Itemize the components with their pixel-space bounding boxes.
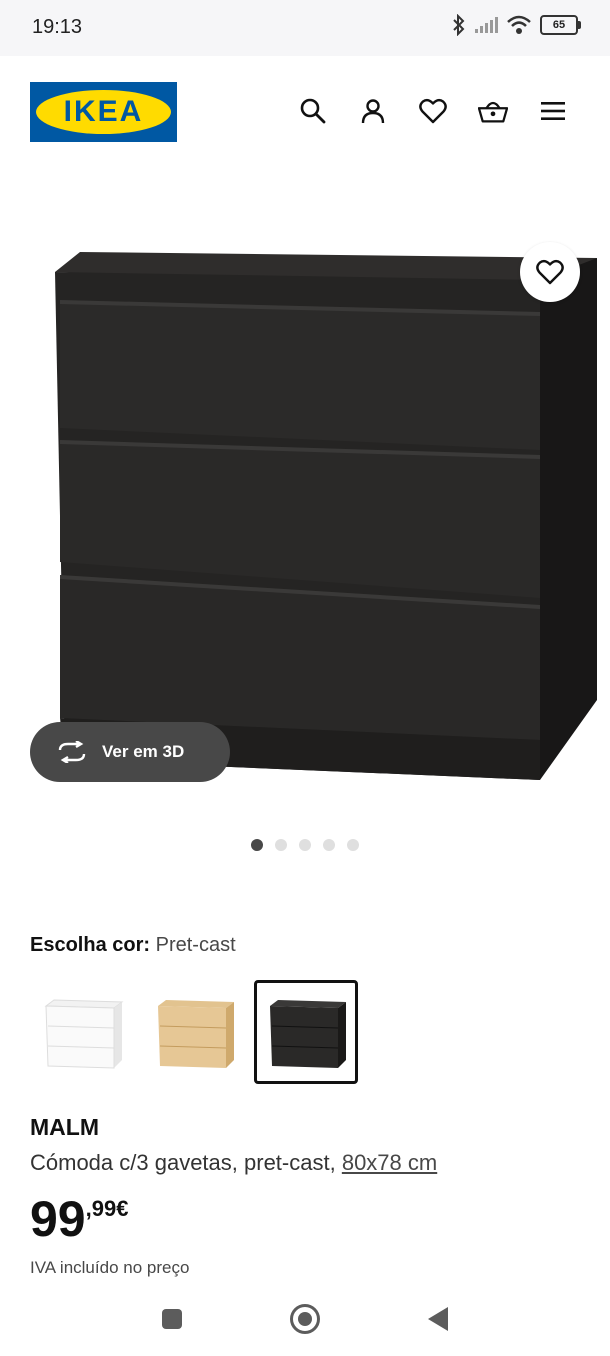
black-brown-dresser-thumbnail bbox=[270, 1000, 346, 1068]
pagination-dot[interactable] bbox=[251, 839, 263, 851]
battery-level: 65 bbox=[552, 19, 566, 31]
heart-icon bbox=[419, 98, 447, 124]
pagination-dot[interactable] bbox=[299, 839, 311, 851]
gallery-pagination bbox=[251, 839, 359, 851]
logo-oval: IKEA bbox=[36, 90, 171, 134]
pagination-dot[interactable] bbox=[275, 839, 287, 851]
bluetooth-icon bbox=[453, 14, 465, 36]
swatch-black-brown[interactable] bbox=[254, 980, 358, 1084]
wifi-icon bbox=[507, 15, 531, 34]
basket-button[interactable] bbox=[478, 96, 508, 126]
color-choice-value: Pret-cast bbox=[155, 934, 236, 956]
user-icon bbox=[361, 99, 385, 124]
heart-icon bbox=[536, 259, 564, 285]
oak-dresser-thumbnail bbox=[158, 1000, 234, 1068]
signal-icon bbox=[475, 17, 498, 33]
product-dimensions-link[interactable]: 80x78 cm bbox=[342, 1150, 437, 1175]
swatch-oak[interactable] bbox=[142, 980, 246, 1084]
product-name: MALM bbox=[30, 1114, 99, 1140]
menu-icon bbox=[541, 102, 565, 120]
status-bar: 19:13 65 bbox=[0, 0, 610, 56]
color-choice-title: Escolha cor: bbox=[30, 934, 151, 956]
view-in-3d-label: Ver em 3D bbox=[102, 742, 185, 761]
vat-note: IVA incluído no preço bbox=[30, 1258, 190, 1277]
swatch-white[interactable] bbox=[30, 980, 134, 1084]
basket-icon bbox=[478, 101, 508, 123]
header-actions bbox=[298, 96, 568, 126]
recent-apps-button[interactable] bbox=[162, 1309, 182, 1329]
product-description: Cómoda c/3 gavetas, pret-cast, 80x78 cm bbox=[30, 1150, 437, 1176]
price-decimal: ,99€ bbox=[85, 1196, 129, 1221]
search-button[interactable] bbox=[298, 96, 328, 126]
home-button[interactable] bbox=[290, 1304, 320, 1334]
color-swatches bbox=[30, 980, 366, 1084]
system-nav-bar bbox=[0, 1290, 610, 1356]
logo-text: IKEA bbox=[63, 95, 144, 128]
search-icon bbox=[300, 98, 326, 124]
color-choice-label: Escolha cor: Pret-cast bbox=[30, 934, 236, 957]
account-button[interactable] bbox=[358, 96, 388, 126]
status-icons: 65 bbox=[452, 14, 581, 36]
battery-indicator: 65 bbox=[540, 15, 581, 35]
view-in-3d-button[interactable]: Ver em 3D bbox=[30, 722, 230, 782]
product-description-text: Cómoda c/3 gavetas, pret-cast, bbox=[30, 1150, 336, 1175]
menu-button[interactable] bbox=[538, 96, 568, 126]
wishlist-button[interactable] bbox=[418, 96, 448, 126]
status-time: 19:13 bbox=[32, 16, 83, 38]
product-price: 99 ,99€ bbox=[30, 1192, 128, 1246]
ikea-logo[interactable]: IKEA bbox=[30, 82, 177, 142]
white-dresser-thumbnail bbox=[44, 999, 124, 1069]
rotate-3d-icon bbox=[58, 741, 86, 763]
pagination-dot[interactable] bbox=[347, 839, 359, 851]
header: IKEA bbox=[0, 56, 610, 168]
back-button[interactable] bbox=[428, 1307, 448, 1331]
pagination-dot[interactable] bbox=[323, 839, 335, 851]
price-integer: 99 bbox=[30, 1191, 86, 1247]
add-to-favourites-button[interactable] bbox=[520, 242, 580, 302]
